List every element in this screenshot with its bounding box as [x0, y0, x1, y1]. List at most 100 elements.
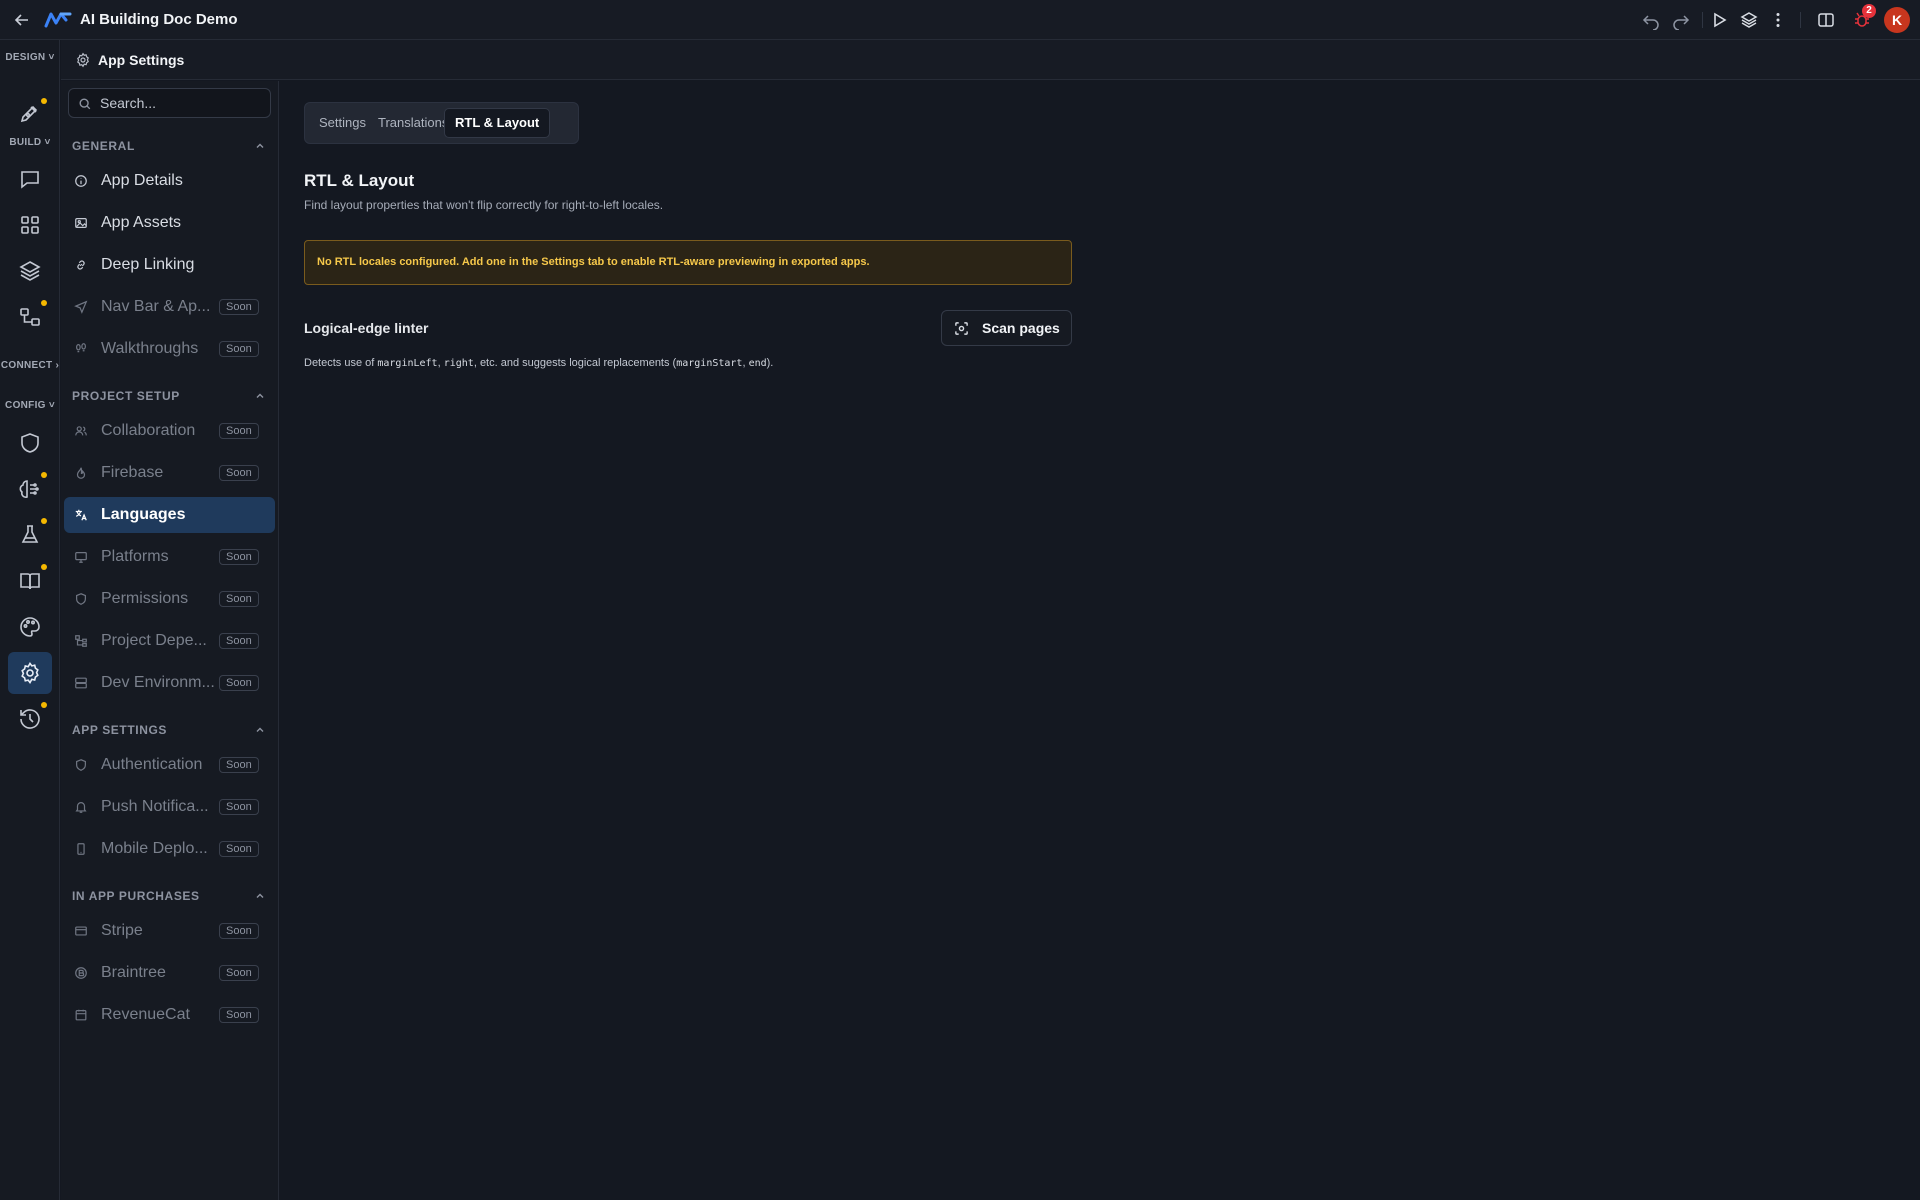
panel-toggle-icon[interactable] [1816, 10, 1836, 30]
search-input[interactable] [100, 94, 265, 112]
shield-icon [74, 592, 88, 606]
sidebar-item-label: Authentication [101, 756, 203, 773]
notification-badge: 2 [1862, 4, 1876, 18]
chevron-up-icon[interactable] [254, 890, 266, 902]
sidebar-item-app-details[interactable]: App Details [64, 163, 275, 199]
sidebar-item-label: Nav Bar & Ap... [101, 298, 211, 315]
rail-ai[interactable] [8, 468, 52, 510]
rail-section-build[interactable]: BUILD ˅ [0, 137, 60, 148]
translate-icon [74, 508, 88, 522]
sidebar-item-label: Braintree [101, 964, 166, 981]
rail-widgets[interactable] [8, 204, 52, 246]
left-rail: DESIGN ˅ BUILD ˅ CONNECT › CONFIG ˅ [0, 40, 60, 1200]
chevron-up-icon[interactable] [254, 390, 266, 402]
gear-icon [21, 662, 39, 684]
search-box[interactable] [68, 88, 271, 118]
soon-badge: Soon [219, 423, 259, 439]
sidebar-item-platforms[interactable]: Platforms Soon [64, 539, 275, 575]
palette-icon [20, 617, 40, 637]
app-logo [44, 10, 72, 30]
sidebar-item-permissions[interactable]: Permissions Soon [64, 581, 275, 617]
scan-pages-label: Scan pages [982, 320, 1060, 336]
rail-dot [41, 98, 47, 104]
sidebar-item-project-dependencies[interactable]: Project Depe... Soon [64, 623, 275, 659]
soon-badge: Soon [219, 799, 259, 815]
tree-icon [74, 634, 88, 648]
settings-header: App Settings [61, 40, 1920, 80]
sidebar-item-nav-bar[interactable]: Nav Bar & Ap... Soon [64, 289, 275, 325]
sidebar-item-label: Mobile Deplo... [101, 840, 208, 857]
sidebar-item-label: Dev Environm... [101, 674, 215, 691]
tab-rtl-layout[interactable]: RTL & Layout [444, 108, 551, 138]
rail-layers[interactable] [8, 250, 52, 292]
link-icon [74, 258, 88, 272]
rail-docs[interactable] [8, 560, 52, 602]
sidebar-item-mobile-deployment[interactable]: Mobile Deplo... Soon [64, 831, 275, 867]
sidebar-item-authentication[interactable]: Authentication Soon [64, 747, 275, 783]
sidebar-item-revenuecat[interactable]: RevenueCat Soon [64, 997, 275, 1033]
undo-icon[interactable] [1641, 10, 1661, 30]
project-title: AI Building Doc Demo [80, 11, 238, 28]
sidebar-item-label: Push Notifica... [101, 798, 209, 815]
more-vertical-icon[interactable] [1768, 10, 1788, 30]
rail-dot [41, 472, 47, 478]
group-title-project-setup[interactable]: PROJECT SETUP [72, 389, 180, 403]
sidebar-item-label: Stripe [101, 922, 143, 939]
rail-dot [41, 300, 47, 306]
soon-badge: Soon [219, 675, 259, 691]
rail-settings[interactable] [8, 652, 52, 694]
sidebar-item-deep-linking[interactable]: Deep Linking [64, 247, 275, 283]
layers-icon[interactable] [1739, 10, 1759, 30]
sidebar-item-push-notifications[interactable]: Push Notifica... Soon [64, 789, 275, 825]
group-title-general[interactable]: GENERAL [72, 139, 135, 153]
rail-chat[interactable] [8, 158, 52, 200]
info-icon [74, 174, 88, 188]
soon-badge: Soon [219, 341, 259, 357]
sidebar-item-collaboration[interactable]: Collaboration Soon [64, 413, 275, 449]
sidebar-item-stripe[interactable]: Stripe Soon [64, 913, 275, 949]
section-title: RTL & Layout [304, 171, 415, 190]
rail-theme[interactable] [8, 606, 52, 648]
rail-flow[interactable] [8, 296, 52, 338]
sidebar-item-walkthroughs[interactable]: Walkthroughs Soon [64, 331, 275, 367]
chat-icon [21, 171, 39, 189]
sidebar-item-firebase[interactable]: Firebase Soon [64, 455, 275, 491]
rail-testing[interactable] [8, 514, 52, 556]
sidebar-item-label: Languages [101, 506, 186, 523]
redo-icon[interactable] [1671, 10, 1691, 30]
rail-design-pen[interactable] [8, 92, 52, 134]
sidebar-item-label: Walkthroughs [101, 340, 199, 357]
rail-section-config[interactable]: CONFIG ˅ [0, 400, 60, 411]
rail-dot [41, 702, 47, 708]
code-right: right [443, 358, 474, 369]
soon-badge: Soon [219, 299, 259, 315]
page-title: App Settings [98, 52, 185, 68]
rail-section-connect[interactable]: CONNECT › [0, 360, 60, 371]
rail-security[interactable] [8, 422, 52, 464]
toolbar-divider [1800, 12, 1801, 28]
back-arrow-icon[interactable] [12, 10, 32, 30]
pen-tool-icon [20, 105, 38, 123]
history-icon [20, 709, 40, 729]
soon-badge: Soon [219, 965, 259, 981]
play-icon[interactable] [1709, 10, 1729, 30]
sidebar-item-app-assets[interactable]: App Assets [64, 205, 275, 241]
rail-section-design[interactable]: DESIGN ˅ [0, 52, 60, 63]
code-margin-left: marginLeft [377, 358, 438, 369]
sidebar-item-dev-environments[interactable]: Dev Environm... Soon [64, 665, 275, 701]
rail-history[interactable] [8, 698, 52, 740]
sidebar-item-braintree[interactable]: Braintree Soon [64, 955, 275, 991]
scan-pages-button[interactable]: Scan pages [941, 310, 1072, 346]
soon-badge: Soon [219, 591, 259, 607]
tab-settings[interactable]: Settings [309, 108, 376, 138]
sidebar-item-languages[interactable]: Languages [64, 497, 275, 533]
brain-icon [19, 480, 39, 498]
top-bar: AI Building Doc Demo 2 K [0, 0, 1920, 40]
avatar[interactable]: K [1884, 7, 1910, 33]
flame-icon [74, 466, 88, 480]
chevron-up-icon[interactable] [254, 724, 266, 736]
group-title-in-app-purchases[interactable]: IN APP PURCHASES [72, 889, 200, 903]
chevron-up-icon[interactable] [254, 140, 266, 152]
sidebar-item-label: Collaboration [101, 422, 196, 439]
group-title-app-settings[interactable]: APP SETTINGS [72, 723, 167, 737]
